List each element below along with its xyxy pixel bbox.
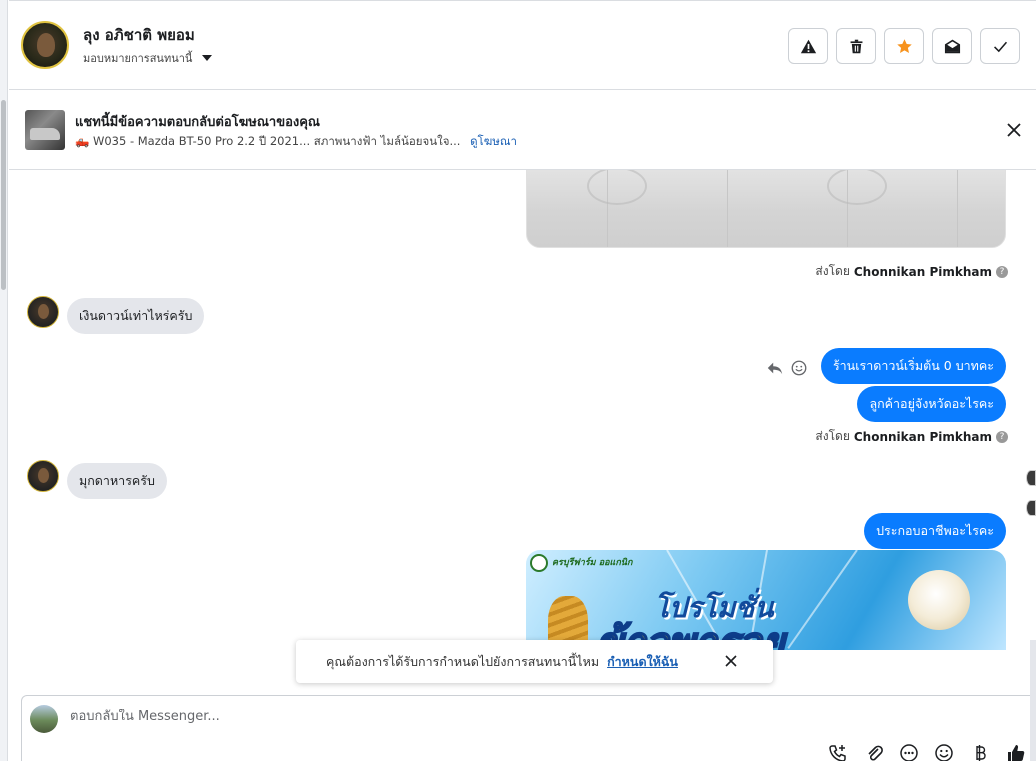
ad-description: 🛻 W035 - Mazda BT-50 Pro 2.2 ปี 2021... … (75, 134, 461, 148)
promo-brand: ครบุรีฟาร์ม ออแกนิก (552, 558, 633, 568)
mark-unread-icon (944, 39, 960, 53)
ad-reply-banner: แชทนี้มีข้อความตอบกลับต่อโฆษณาของคุณ 🛻 W… (9, 90, 1036, 170)
contact-avatar[interactable] (21, 21, 69, 69)
assign-dropdown[interactable]: มอบหมายการสนทนานี้ (83, 49, 213, 67)
attach-icon (868, 745, 883, 761)
incoming-message[interactable]: เงินดาวน์เท่าไหร่ครับ (67, 298, 205, 334)
chevron-down-icon (202, 55, 213, 61)
assign-prompt-text: คุณต้องการได้รับการกำหนดไปยังการสนทนานี้… (326, 653, 600, 669)
help-icon[interactable]: ? (996, 430, 1008, 443)
rice-graphic (908, 570, 970, 630)
attach-button[interactable] (864, 743, 884, 761)
done-check-icon (993, 41, 1007, 52)
emoji-reaction-icon[interactable] (790, 359, 808, 377)
like-button[interactable] (1006, 743, 1026, 761)
delete-button[interactable] (836, 28, 876, 64)
sent-by-label: ส่งโดย Chonnikan Pimkham ? (815, 427, 1008, 446)
ad-banner-subtitle: 🛻 W035 - Mazda BT-50 Pro 2.2 ปี 2021... … (75, 133, 517, 151)
message-actions (766, 359, 808, 377)
reply-icon[interactable] (766, 359, 784, 377)
assign-prompt-toast: คุณต้องการได้รับการกำหนดไปยังการสนทนานี้… (296, 640, 773, 683)
call-add-button[interactable] (828, 743, 848, 761)
call-add-icon (829, 745, 846, 761)
shared-image-message[interactable] (526, 170, 1006, 248)
trash-icon (850, 39, 862, 53)
reply-input[interactable] (70, 709, 670, 724)
contact-name[interactable]: ลุง อภิชาติ พยอม (83, 23, 195, 47)
reply-composer (21, 695, 1036, 761)
sent-by-prefix: ส่งโดย (815, 429, 850, 443)
mark-unread-button[interactable] (932, 28, 972, 64)
sent-by-label: ส่งโดย Chonnikan Pimkham ? (815, 262, 1008, 281)
report-icon (800, 39, 816, 53)
outgoing-message[interactable]: ร้านเราดาวน์เริ่มต้น 0 บาทคะ (820, 348, 1006, 384)
done-button[interactable] (980, 28, 1020, 64)
sent-by-prefix: ส่งโดย (815, 264, 850, 278)
emoji-icon (935, 744, 953, 761)
left-scroll-thumb[interactable] (1, 100, 6, 290)
more-options-button[interactable] (899, 743, 919, 761)
view-ad-link[interactable]: ดูโฆษณา (470, 134, 517, 148)
report-button[interactable] (788, 28, 828, 64)
side-avatar[interactable] (1026, 500, 1036, 516)
right-scrollbar[interactable] (1030, 640, 1036, 761)
conversation-header: ลุง อภิชาติ พยอม มอบหมายการสนทนานี้ (9, 0, 1036, 90)
close-icon[interactable] (723, 653, 739, 669)
page-avatar (30, 705, 58, 733)
ad-banner-title: แชทนี้มีข้อความตอบกลับต่อโฆษณาของคุณ (75, 115, 320, 130)
star-button[interactable] (884, 28, 924, 64)
payment-button[interactable] (970, 743, 990, 761)
assign-label: มอบหมายการสนทนานี้ (83, 52, 193, 65)
star-icon (896, 38, 912, 53)
ad-thumbnail[interactable] (25, 110, 65, 150)
close-icon[interactable] (1004, 120, 1024, 140)
emoji-button[interactable] (934, 743, 954, 761)
outgoing-message[interactable]: ลูกค้าอยู่จังหวัดอะไรคะ (857, 386, 1006, 422)
assign-to-me-link[interactable]: กำหนดให้ฉัน (607, 652, 678, 672)
agent-name: Chonnikan Pimkham (853, 264, 992, 279)
thumbs-up-icon (1008, 745, 1025, 761)
left-scroll-rail[interactable] (0, 0, 8, 761)
promo-image-message[interactable]: ครบุรีฟาร์ม ออแกนิก โปรโมชั่น ข้าวพารวย (526, 550, 1006, 650)
help-icon[interactable]: ? (996, 265, 1008, 278)
contact-avatar-small[interactable] (27, 296, 59, 328)
promo-logo (530, 554, 548, 572)
more-dots-icon (900, 744, 918, 761)
side-avatars-strip (1026, 468, 1036, 530)
contact-avatar-small[interactable] (27, 460, 59, 492)
outgoing-message[interactable]: ประกอบอาชีพอะไรคะ (864, 513, 1006, 549)
message-thread[interactable]: ส่งโดย Chonnikan Pimkham ? เงินดาวน์เท่า… (9, 170, 1036, 695)
baht-icon (976, 745, 986, 761)
incoming-message[interactable]: มุกดาหารครับ (67, 463, 167, 499)
agent-name: Chonnikan Pimkham (853, 429, 992, 444)
side-avatar[interactable] (1026, 470, 1036, 486)
